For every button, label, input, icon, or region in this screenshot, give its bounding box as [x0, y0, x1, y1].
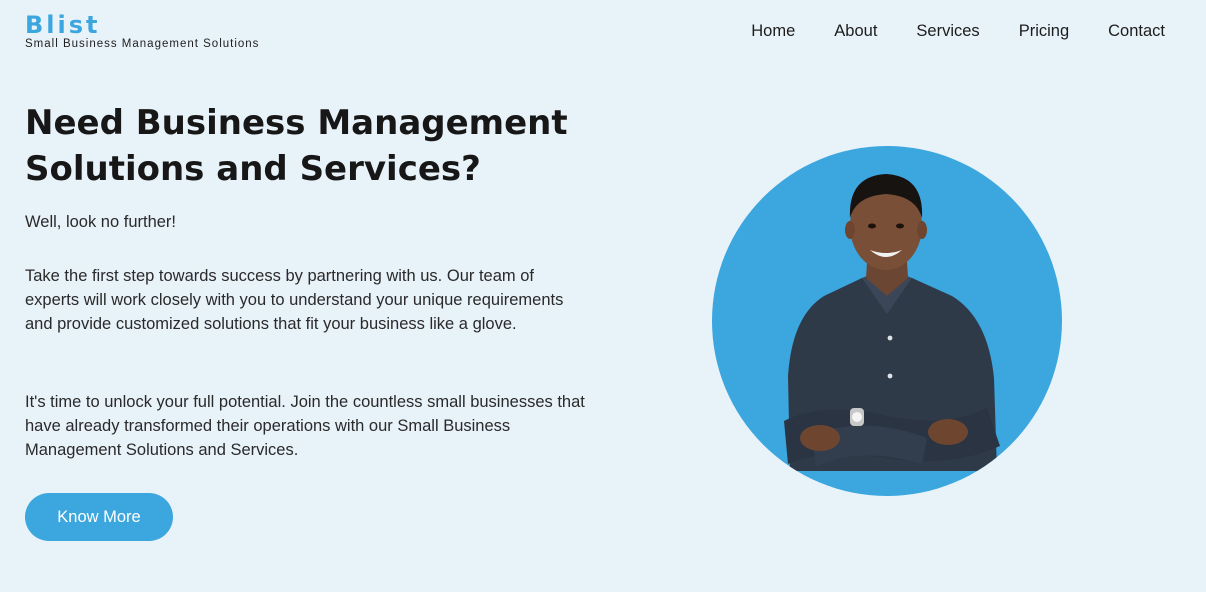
nav-link-about[interactable]: About [834, 20, 877, 42]
main-nav: Home About Services Pricing Contact [751, 20, 1165, 42]
brand-tagline: Small Business Management Solutions [25, 38, 260, 50]
brand-name[interactable]: Blist [25, 10, 259, 40]
nav-link-services[interactable]: Services [916, 20, 979, 42]
brand-logo[interactable]: Blist Small Business Management Solution… [25, 10, 259, 51]
hero-paragraph: It's time to unlock your full potential.… [25, 393, 585, 459]
person-photo-icon [784, 174, 1000, 471]
nav-link-home[interactable]: Home [751, 20, 795, 42]
hero-title: Need Business Management Solutions and S… [25, 103, 568, 189]
nav-link-pricing[interactable]: Pricing [1019, 20, 1069, 42]
know-more-button[interactable]: Know More [25, 493, 173, 541]
hero-portrait [712, 146, 1062, 496]
hero-paragraph: Take the first step towards success by p… [25, 267, 564, 333]
hero-intro: Well, look no further! [25, 213, 177, 231]
nav-link-contact[interactable]: Contact [1108, 20, 1165, 42]
